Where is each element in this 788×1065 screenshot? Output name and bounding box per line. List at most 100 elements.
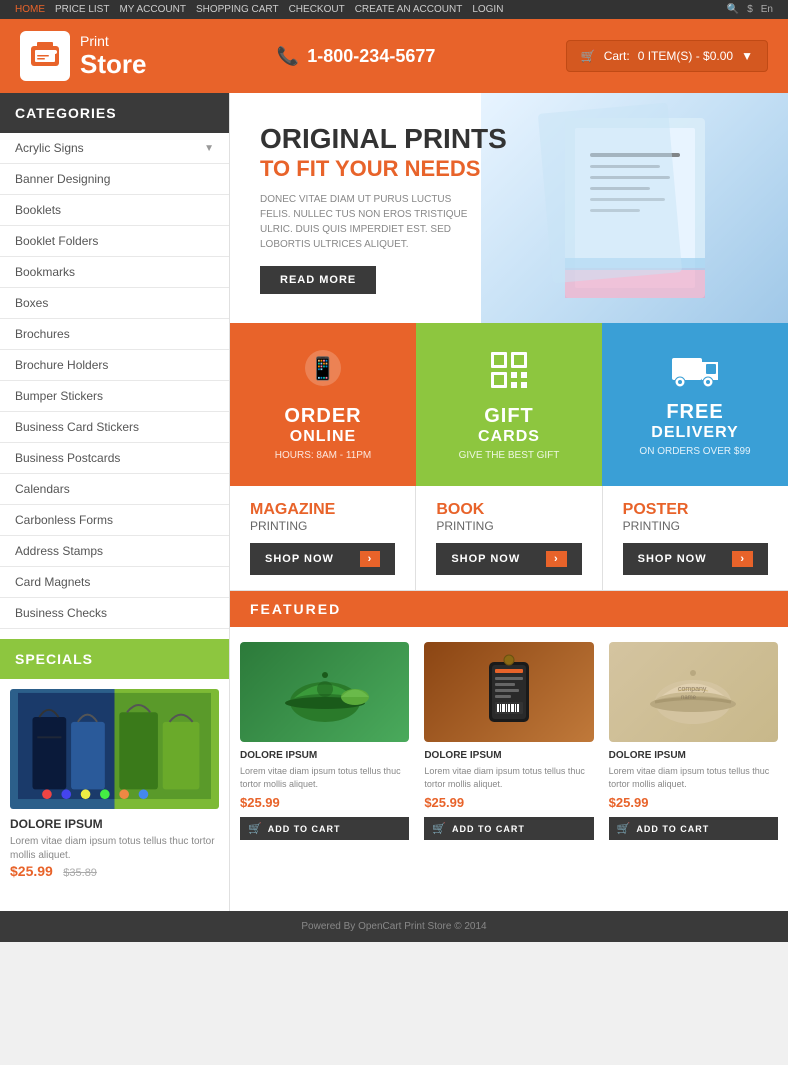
cart-icon: 🛒 bbox=[248, 822, 263, 835]
book-title: BOOK bbox=[436, 501, 484, 519]
nav-pricelist[interactable]: PRICE LIST bbox=[55, 4, 109, 15]
top-nav[interactable]: HOME PRICE LIST MY ACCOUNT SHOPPING CART… bbox=[15, 4, 503, 15]
feature-gift-title: GIFT bbox=[484, 405, 534, 428]
print-cat-poster: POSTER PRINTING SHOP NOW › bbox=[603, 486, 788, 590]
nav-home[interactable]: HOME bbox=[15, 4, 45, 15]
featured-item-3: company name DOLORE IPSUM Lorem vitae di… bbox=[609, 642, 778, 840]
phone-icon: 📞 bbox=[277, 46, 299, 67]
categories-header: CATEGORIES bbox=[0, 93, 229, 133]
qr-icon bbox=[487, 348, 531, 397]
sidebar-item-booklet-folders[interactable]: Booklet Folders bbox=[0, 226, 229, 257]
feature-delivery[interactable]: FREE DELIVERY ON ORDERS OVER $99 bbox=[602, 323, 788, 486]
featured-item-3-desc: Lorem vitae diam ipsum totus tellus thuc… bbox=[609, 765, 778, 790]
featured-item-2-desc: Lorem vitae diam ipsum totus tellus thuc… bbox=[424, 765, 593, 790]
logo-store: Store bbox=[80, 49, 146, 80]
arrow-right-icon: › bbox=[732, 551, 753, 567]
language-selector[interactable]: En bbox=[761, 4, 773, 15]
magazine-shop-button[interactable]: SHOP NOW › bbox=[250, 543, 395, 575]
feature-order-online[interactable]: 📱 ORDER ONLINE HOURS: 8AM - 11PM bbox=[230, 323, 416, 486]
sidebar-item-brochures[interactable]: Brochures bbox=[0, 319, 229, 350]
cart-button[interactable]: 🛒 Cart: 0 ITEM(S) - $0.00 ▼ bbox=[566, 40, 768, 72]
phone-number: 1-800-234-5677 bbox=[307, 46, 435, 67]
specials-product: DOLORE IPSUM Lorem vitae diam ipsum totu… bbox=[0, 679, 229, 891]
nav-create[interactable]: CREATE AN ACCOUNT bbox=[355, 4, 463, 15]
featured-item-3-cart-button[interactable]: 🛒 ADD TO CART bbox=[609, 817, 778, 840]
featured-header: FEATURED bbox=[230, 591, 788, 627]
feature-boxes: 📱 ORDER ONLINE HOURS: 8AM - 11PM bbox=[230, 323, 788, 486]
hero-description: DONEC VITAE DIAM UT PURUS LUCTUS FELIS. … bbox=[260, 192, 480, 252]
magazine-shop-label: SHOP NOW bbox=[265, 553, 334, 565]
search-icon[interactable]: 🔍 bbox=[727, 4, 739, 15]
sidebar-item-label: Business Card Stickers bbox=[15, 420, 139, 434]
specials-box[interactable]: SPECIALS bbox=[0, 639, 229, 679]
sidebar-item-label: Banner Designing bbox=[15, 172, 110, 186]
featured-item-1: DOLORE IPSUM Lorem vitae diam ipsum totu… bbox=[240, 642, 409, 840]
arrow-right-icon: › bbox=[546, 551, 567, 567]
nav-login[interactable]: LOGIN bbox=[472, 4, 503, 15]
sidebar-item-label: Booklet Folders bbox=[15, 234, 98, 248]
featured-item-2-cart-button[interactable]: 🛒 ADD TO CART bbox=[424, 817, 593, 840]
feature-gift-desc: GIVE THE BEST GIFT bbox=[459, 450, 560, 461]
phone-area: 📞 1-800-234-5677 bbox=[277, 46, 436, 67]
sidebar-item-carbonless[interactable]: Carbonless Forms bbox=[0, 505, 229, 536]
currency-selector[interactable]: $ bbox=[747, 4, 753, 15]
content-area: ORIGINAL PRINTS TO FIT YOUR NEEDS DONEC … bbox=[230, 93, 788, 911]
sidebar-item-biz-postcards[interactable]: Business Postcards bbox=[0, 443, 229, 474]
sidebar-item-bookmarks[interactable]: Bookmarks bbox=[0, 257, 229, 288]
sidebar-item-label: Business Checks bbox=[15, 606, 107, 620]
sidebar-item-brochure-holders[interactable]: Brochure Holders bbox=[0, 350, 229, 381]
sidebar-item-acrylic[interactable]: Acrylic Signs ▼ bbox=[0, 133, 229, 164]
main-wrapper: CATEGORIES Acrylic Signs ▼ Banner Design… bbox=[0, 93, 788, 911]
featured-img-3: company name bbox=[609, 642, 778, 742]
sidebar-item-label: Acrylic Signs bbox=[15, 141, 84, 155]
sidebar-item-address-stamps[interactable]: Address Stamps bbox=[0, 536, 229, 567]
sidebar-item-label: Address Stamps bbox=[15, 544, 103, 558]
cart-items: 0 ITEM(S) - $0.00 bbox=[638, 49, 733, 63]
sidebar-item-label: Brochure Holders bbox=[15, 358, 108, 372]
nav-myaccount[interactable]: MY ACCOUNT bbox=[119, 4, 186, 15]
featured-item-1-cart-button[interactable]: 🛒 ADD TO CART bbox=[240, 817, 409, 840]
sidebar-item-label: Calendars bbox=[15, 482, 70, 496]
sidebar-item-label: Business Postcards bbox=[15, 451, 120, 465]
sidebar-item-label: Booklets bbox=[15, 203, 61, 217]
magazine-title: MAGAZINE bbox=[250, 501, 335, 519]
feature-order-desc: HOURS: 8AM - 11PM bbox=[275, 450, 372, 461]
nav-checkout[interactable]: CHECKOUT bbox=[289, 4, 345, 15]
sidebar-item-boxes[interactable]: Boxes bbox=[0, 288, 229, 319]
hero-banner: ORIGINAL PRINTS TO FIT YOUR NEEDS DONEC … bbox=[230, 93, 788, 323]
sidebar-item-calendars[interactable]: Calendars bbox=[0, 474, 229, 505]
logo-print: Print bbox=[80, 33, 146, 49]
phone-icon: 📱 bbox=[303, 348, 343, 397]
cart-icon: 🛒 bbox=[432, 822, 447, 835]
sidebar-item-booklets[interactable]: Booklets bbox=[0, 195, 229, 226]
svg-text:name: name bbox=[681, 695, 697, 701]
feature-gift-cards[interactable]: GIFT CARDS GIVE THE BEST GIFT bbox=[416, 323, 602, 486]
poster-shop-button[interactable]: SHOP NOW › bbox=[623, 543, 768, 575]
feature-delivery-desc: ON ORDERS OVER $99 bbox=[639, 446, 750, 457]
sidebar-item-biz-checks[interactable]: Business Checks bbox=[0, 598, 229, 629]
hero-title: ORIGINAL PRINTS bbox=[260, 122, 507, 156]
nav-cart[interactable]: SHOPPING CART bbox=[196, 4, 279, 15]
book-shop-button[interactable]: SHOP NOW › bbox=[436, 543, 581, 575]
footer-text: Powered By OpenCart Print Store © 2014 bbox=[301, 921, 486, 932]
arrow-right-icon: › bbox=[360, 551, 381, 567]
featured-item-2-title: DOLORE IPSUM bbox=[424, 750, 593, 761]
read-more-button[interactable]: READ MORE bbox=[260, 266, 376, 294]
featured-item-2-price: $25.99 bbox=[424, 795, 593, 810]
sidebar-item-label: Bookmarks bbox=[15, 265, 75, 279]
featured-item-1-desc: Lorem vitae diam ipsum totus tellus thuc… bbox=[240, 765, 409, 790]
sidebar-item-bumper[interactable]: Bumper Stickers bbox=[0, 381, 229, 412]
print-categories: MAGAZINE PRINTING SHOP NOW › BOOK PRINTI… bbox=[230, 486, 788, 591]
specials-product-image bbox=[10, 689, 219, 809]
svg-text:📱: 📱 bbox=[309, 356, 336, 381]
sidebar-item-biz-card-stickers[interactable]: Business Card Stickers bbox=[0, 412, 229, 443]
sidebar-item-banner[interactable]: Banner Designing bbox=[0, 164, 229, 195]
featured-img-1 bbox=[240, 642, 409, 742]
logo-icon bbox=[20, 31, 70, 81]
sidebar-item-card-magnets[interactable]: Card Magnets bbox=[0, 567, 229, 598]
featured-item-1-title: DOLORE IPSUM bbox=[240, 750, 409, 761]
cart-label: Cart: bbox=[604, 49, 630, 63]
sidebar-item-label: Brochures bbox=[15, 327, 70, 341]
hero-subtitle: TO FIT YOUR NEEDS bbox=[260, 156, 507, 182]
add-to-cart-label: ADD TO CART bbox=[636, 824, 709, 834]
